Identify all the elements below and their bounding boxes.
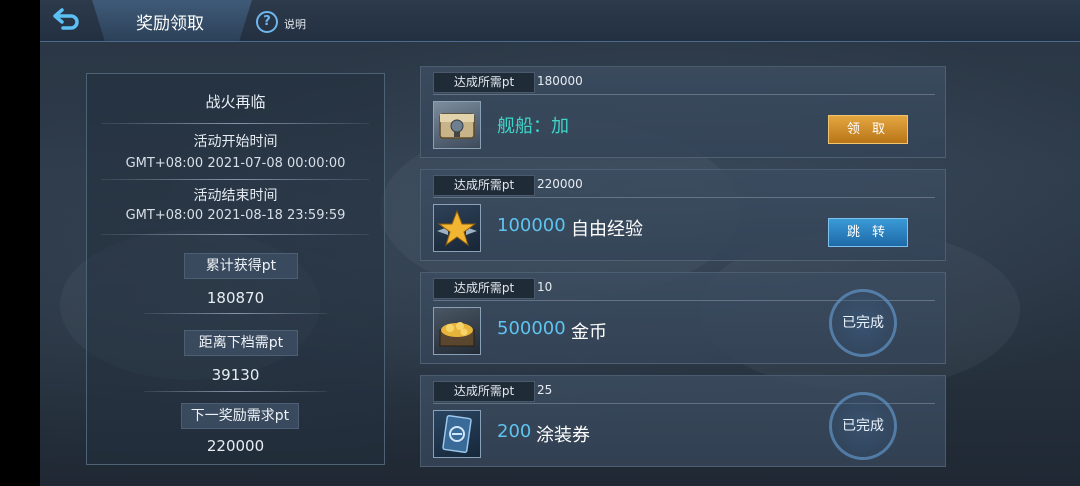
start-time-label: 活动开始时间 [193,134,278,150]
reward-row: 达成所需pt 180000 舰船：加 领 取 [420,66,946,158]
reward-amount: 200 [497,421,532,442]
divider [144,313,327,314]
divider [433,94,935,95]
treasure-chest-icon [433,101,481,149]
divider [144,391,327,392]
total-pt-label: 累计获得pt [184,253,298,279]
requirement-label: 达成所需pt [433,72,535,93]
reward-amount: 100000 [497,215,566,236]
page-title: 奖励领取 [136,14,204,34]
next-tier-value: 39130 [211,366,260,384]
divider [101,234,369,235]
goto-button[interactable]: 跳 转 [828,218,908,247]
next-tier-label: 距离下档需pt [184,330,298,356]
reward-row: 达成所需pt 220000 100000 自由经验 跳 转 [420,169,946,261]
reward-name: 涂装券 [536,425,590,446]
star-badge-icon [433,204,481,252]
requirement-label: 达成所需pt [433,381,535,402]
reward-name: 舰船：加 [497,116,569,137]
reward-amount: 500000 [497,318,566,339]
help-icon[interactable]: ? [256,11,278,33]
camouflage-ticket-icon [433,410,481,458]
requirement-label: 达成所需pt [433,175,535,196]
start-time-value: GMT+08:00 2021-07-08 00:00:00 [125,156,346,171]
back-arrow-icon [53,8,79,30]
divider [101,123,369,124]
reward-name: 自由经验 [571,219,643,240]
event-info-panel: 战火再临 活动开始时间 GMT+08:00 2021-07-08 00:00:0… [86,73,385,465]
reward-name: 金币 [571,322,607,343]
completed-label: 已完成 [842,315,884,331]
claim-button[interactable]: 领 取 [828,115,908,144]
gold-coins-icon [433,307,481,355]
completed-badge: 已完成 [829,289,897,357]
screen-edge [0,0,40,486]
requirement-value: 10 [537,280,553,294]
total-pt-value: 180870 [206,289,265,307]
requirement-value: 220000 [537,177,583,191]
completed-badge: 已完成 [829,392,897,460]
divider [433,197,935,198]
next-reward-value: 220000 [206,437,265,455]
reward-row: 达成所需pt 25 200 涂装券 已完成 [420,375,946,467]
requirement-value: 180000 [537,74,583,88]
requirement-label: 达成所需pt [433,278,535,299]
divider [101,179,369,180]
requirement-value: 25 [537,383,553,397]
reward-row: 达成所需pt 10 500000 金币 已完成 [420,272,946,364]
end-time-value: GMT+08:00 2021-08-18 23:59:59 [125,208,346,223]
event-name: 战火再临 [205,93,266,111]
end-time-label: 活动结束时间 [193,188,278,204]
help-label[interactable]: 说明 [284,16,306,32]
next-reward-label: 下一奖励需求pt [181,403,299,429]
back-button[interactable] [40,0,100,41]
completed-label: 已完成 [842,418,884,434]
